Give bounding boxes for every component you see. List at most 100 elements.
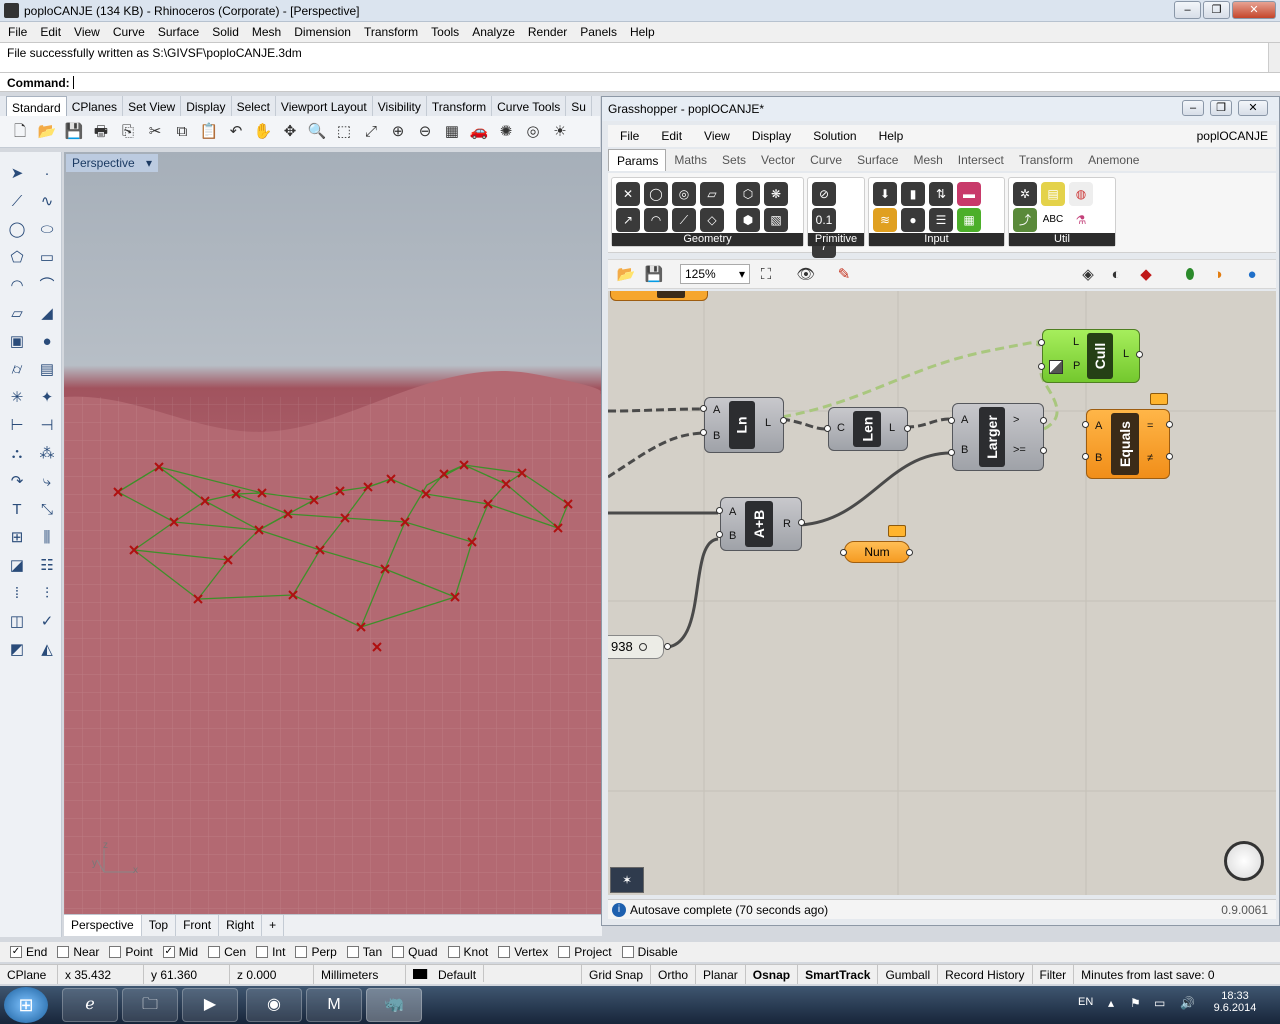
gh-zoom-select[interactable]: 125% ▾ (680, 264, 750, 284)
osnap-near[interactable]: Near (57, 942, 99, 962)
gh-menu-view[interactable]: View (692, 125, 740, 147)
grid-lines-icon[interactable]: ☷ (33, 554, 61, 578)
trim-icon[interactable]: ⊢ (3, 414, 31, 438)
fillet-icon[interactable]: ⌒ (33, 274, 61, 298)
gh-preview-wire-icon[interactable]: ◈ (1076, 263, 1100, 287)
util-graph-icon[interactable]: ⤴ (1013, 208, 1037, 232)
param-plane-icon[interactable]: ◇ (700, 208, 724, 232)
port-r[interactable]: R (783, 518, 791, 530)
menu-view[interactable]: View (68, 22, 107, 42)
print-icon[interactable]: 🖶 (89, 120, 113, 144)
gh-tab-transform[interactable]: Transform (1011, 149, 1080, 171)
menu-surface[interactable]: Surface (152, 22, 206, 42)
vp-tab-add[interactable]: + (262, 915, 285, 936)
gh-save-icon[interactable]: 💾 (642, 263, 666, 287)
port-b[interactable]: B (961, 444, 968, 456)
gh-component-equals[interactable]: A B Equals = ≠ (1086, 409, 1170, 479)
port-not-equal[interactable]: ≠ (1147, 452, 1153, 464)
gh-param-num[interactable]: Num (844, 541, 910, 563)
render-box-icon[interactable]: ◩ (3, 638, 31, 662)
save-icon[interactable]: 💾 (62, 120, 86, 144)
toggle-gumball[interactable]: Gumball (878, 965, 939, 984)
osnap-knot[interactable]: Knot (447, 942, 488, 962)
pan-hand-icon[interactable]: ✋ (251, 120, 275, 144)
edit-points-icon[interactable]: ⤷ (33, 470, 61, 494)
explode-icon[interactable]: ✦ (33, 386, 61, 410)
osnap-knot-checkbox[interactable] (447, 946, 460, 958)
osnap-mid[interactable]: ✓ Mid (162, 942, 198, 962)
pin[interactable] (1038, 363, 1045, 370)
tab-visibility[interactable]: Visibility (373, 96, 427, 116)
osnap-vertex-checkbox[interactable] (498, 946, 511, 958)
toggle-smarttrack[interactable]: SmartTrack (798, 965, 879, 984)
status-layer[interactable]: Default (406, 965, 582, 984)
gh-tab-surface[interactable]: Surface (849, 149, 905, 171)
osnap-int[interactable]: Int (256, 942, 285, 962)
tab-curve-tools[interactable]: Curve Tools (492, 96, 567, 116)
tab-display[interactable]: Display (181, 96, 232, 116)
toggle-ortho[interactable]: Ortho (651, 965, 697, 984)
partial-orange-component[interactable] (610, 291, 708, 301)
osnap-point[interactable]: Point (109, 942, 153, 962)
input-gradient-icon[interactable]: ▬ (957, 182, 981, 206)
gh-tab-sets[interactable]: Sets (714, 149, 753, 171)
gh-preview-selected-icon[interactable]: ◆ (1134, 263, 1158, 287)
gh-sketch-icon[interactable]: ✎ (832, 263, 856, 287)
port-b[interactable]: B (1095, 452, 1102, 464)
gh-component-cull[interactable]: L P Cull L (1042, 329, 1140, 383)
language-indicator[interactable]: EN (1078, 996, 1093, 1008)
pin[interactable] (1038, 339, 1045, 346)
osnap-project-checkbox[interactable] (558, 946, 571, 958)
sweep-icon[interactable]: ◢ (33, 302, 61, 326)
util-flask-icon[interactable]: ⚗ (1069, 208, 1093, 232)
port-b[interactable]: B (713, 430, 720, 442)
cut-icon[interactable]: ✂ (143, 120, 167, 144)
vp-tab-front[interactable]: Front (176, 915, 220, 936)
pin[interactable] (780, 417, 787, 424)
pin[interactable] (1040, 447, 1047, 454)
zoom-selected-icon[interactable]: ⊕ (386, 120, 410, 144)
param-field-icon[interactable]: ▧ (764, 208, 788, 232)
gh-preview-shaded-icon[interactable]: ◐ (1104, 263, 1128, 287)
zoom-extents-icon[interactable]: ⤢ (359, 120, 383, 144)
surface-icon[interactable]: ▱ (3, 302, 31, 326)
point-icon[interactable]: · (33, 162, 61, 186)
gh-zoom-extents-icon[interactable]: ⛶ (754, 263, 778, 287)
align-icon[interactable]: ⫼ (33, 526, 61, 550)
box-icon[interactable]: ▣ (3, 330, 31, 354)
osnap-quad[interactable]: Quad (392, 942, 438, 962)
vp-tab-perspective[interactable]: Perspective (64, 915, 142, 936)
restore-button[interactable]: ❐ (1203, 1, 1230, 19)
pin[interactable] (1136, 351, 1143, 358)
port-a[interactable]: A (961, 414, 968, 426)
pin[interactable] (948, 449, 955, 456)
menu-file[interactable]: File (2, 22, 34, 42)
osnap-disable-checkbox[interactable] (621, 946, 634, 958)
toggle-grid-snap[interactable]: Grid Snap (582, 965, 652, 984)
input-import-icon[interactable]: ⬇ (873, 182, 897, 206)
osnap-point-checkbox[interactable] (109, 946, 122, 958)
import-icon[interactable]: ⎘ (116, 120, 140, 144)
curve-icon[interactable]: ∿ (33, 190, 61, 214)
vp-tab-right[interactable]: Right (219, 915, 263, 936)
pin[interactable] (716, 531, 723, 538)
viewport-title[interactable]: Perspective ▾ (66, 154, 159, 172)
gh-component-addition[interactable]: A B A+B R (720, 497, 802, 551)
num-warning-flag-icon[interactable] (888, 525, 906, 537)
zoom-icon[interactable]: 🔍 (305, 120, 329, 144)
util-legend-icon[interactable]: ▤ (1041, 182, 1065, 206)
tray-volume-icon[interactable]: 🔊 (1180, 996, 1195, 1010)
clock[interactable]: 18:33 9.6.2014 (1212, 990, 1258, 1014)
gh-tab-anemone[interactable]: Anemone (1080, 149, 1146, 171)
gh-tab-params[interactable]: Params (608, 149, 667, 171)
menu-curve[interactable]: Curve (107, 22, 152, 42)
gh-preview-eye-icon[interactable]: 👁 (794, 263, 818, 287)
tab-transform[interactable]: Transform (427, 96, 493, 116)
param-arc-icon[interactable]: ◠ (644, 208, 668, 232)
paste-icon[interactable]: 📋 (197, 120, 221, 144)
sphere-icon[interactable]: ● (33, 330, 61, 354)
osnap-project[interactable]: Project (558, 942, 612, 962)
menu-solid[interactable]: Solid (206, 22, 246, 42)
number-panel[interactable]: 938 (608, 635, 664, 659)
gh-display-mode-icon[interactable]: ● (1240, 263, 1264, 287)
